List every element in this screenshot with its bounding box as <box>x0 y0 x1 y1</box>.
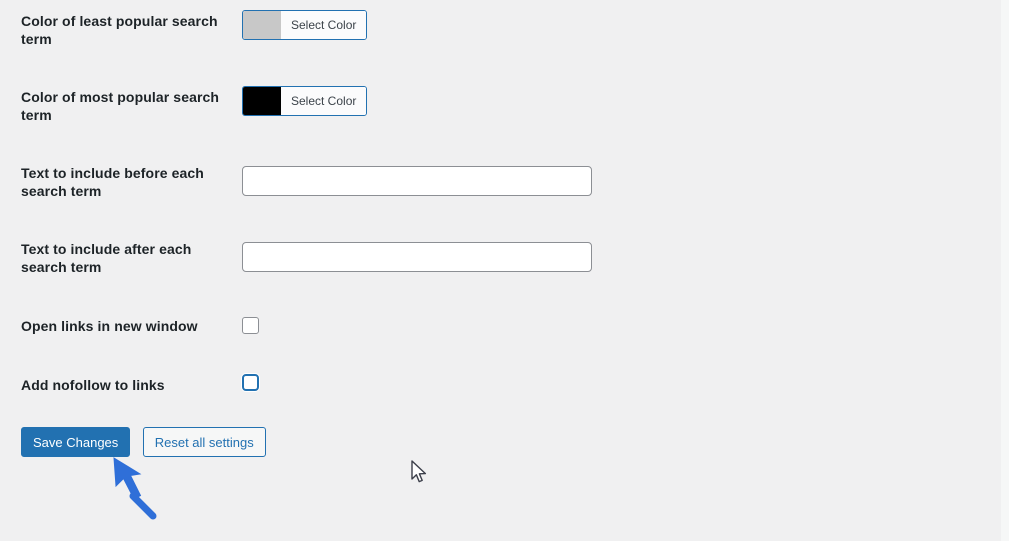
field-least-popular-color: Select Color <box>242 10 368 44</box>
field-text-before <box>242 166 592 196</box>
field-add-nofollow <box>242 374 259 396</box>
color-swatch-most-popular <box>243 87 281 115</box>
color-picker-most-popular[interactable]: Select Color <box>242 86 368 116</box>
settings-page: Color of least popular search term Selec… <box>0 0 1009 541</box>
reset-all-settings-button[interactable]: Reset all settings <box>142 427 266 457</box>
color-picker-least-popular-label: Select Color <box>281 11 367 39</box>
mouse-cursor-icon <box>410 460 430 486</box>
add-nofollow-checkbox[interactable] <box>242 374 259 391</box>
label-text-after: Text to include after each search term <box>21 241 192 275</box>
annotation-arrow-icon <box>104 452 174 532</box>
label-least-popular-color: Color of least popular search term <box>21 13 218 47</box>
open-new-window-checkbox[interactable] <box>242 317 259 334</box>
color-picker-most-popular-label: Select Color <box>281 87 367 115</box>
label-text-before: Text to include before each search term <box>21 165 204 199</box>
field-open-new-window <box>242 317 259 339</box>
field-most-popular-color: Select Color <box>242 86 368 120</box>
color-swatch-least-popular <box>243 11 281 39</box>
text-after-input[interactable] <box>242 242 592 272</box>
right-gutter <box>1001 0 1009 541</box>
label-add-nofollow: Add nofollow to links <box>21 377 165 393</box>
label-open-new-window: Open links in new window <box>21 318 198 334</box>
text-before-input[interactable] <box>242 166 592 196</box>
save-changes-button[interactable]: Save Changes <box>21 427 131 457</box>
form-actions: Save Changes Reset all settings <box>21 427 266 457</box>
field-text-after <box>242 242 592 272</box>
label-most-popular-color: Color of most popular search term <box>21 89 220 123</box>
color-picker-least-popular[interactable]: Select Color <box>242 10 368 40</box>
